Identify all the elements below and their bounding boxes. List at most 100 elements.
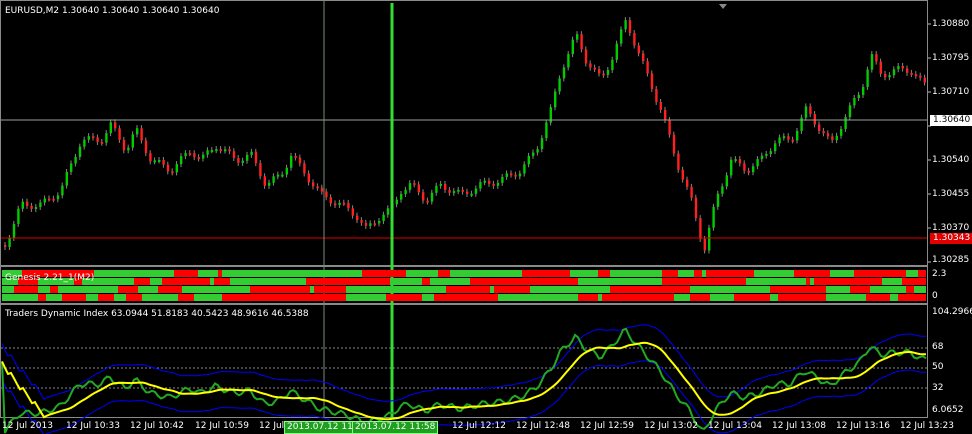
candle-body — [659, 101, 662, 110]
candle-body — [862, 86, 865, 95]
time-label: 12 Jul 12:48 — [516, 421, 570, 431]
candle-body — [400, 193, 403, 200]
genesis-block — [326, 294, 346, 301]
genesis-block — [866, 278, 874, 285]
candle-body — [180, 156, 183, 165]
genesis-block — [134, 294, 142, 301]
price-level-label: 1.30285 — [932, 255, 970, 265]
candle-body — [765, 153, 768, 156]
candle-body — [743, 163, 746, 171]
genesis-block — [882, 278, 902, 285]
genesis-block — [662, 278, 670, 285]
tdi-signal-line — [1, 341, 927, 421]
chart-canvas[interactable] — [0, 0, 972, 434]
genesis-block — [38, 286, 50, 293]
candle-body — [158, 160, 161, 163]
candle-body — [752, 166, 755, 173]
genesis-block — [394, 294, 410, 301]
genesis-block — [278, 286, 298, 293]
candle-body — [919, 75, 922, 78]
candle-body — [646, 61, 649, 74]
candle-body — [153, 160, 156, 163]
candle-body — [175, 164, 178, 173]
candle-body — [488, 180, 491, 184]
candle-body — [8, 237, 11, 247]
genesis-block — [178, 294, 194, 301]
candle-body — [39, 202, 42, 208]
genesis-block — [78, 286, 90, 293]
candle-body — [571, 39, 574, 55]
genesis-block — [530, 286, 546, 293]
genesis-block — [886, 294, 890, 301]
genesis-block — [438, 270, 450, 277]
genesis-block — [282, 278, 290, 285]
candle-body — [250, 151, 253, 155]
genesis-block — [390, 286, 406, 293]
genesis-block — [86, 294, 98, 301]
candle-body — [496, 182, 500, 186]
candle-body — [866, 69, 869, 87]
candle-body — [241, 160, 244, 163]
genesis-block — [534, 278, 554, 285]
genesis-block — [434, 294, 450, 301]
candle-body — [404, 189, 407, 194]
genesis-block — [258, 278, 282, 285]
genesis-block — [298, 286, 306, 293]
genesis-block — [634, 286, 654, 293]
candle-body — [43, 198, 46, 203]
candle-body — [897, 66, 900, 70]
candle-body — [105, 133, 108, 143]
candle-body — [857, 94, 860, 99]
genesis-block — [242, 286, 250, 293]
candle-body — [809, 106, 812, 115]
candle-body — [655, 88, 658, 102]
genesis-block — [222, 286, 234, 293]
candle-body — [364, 222, 368, 226]
genesis-block — [126, 294, 134, 301]
genesis-block — [802, 294, 806, 301]
genesis-block — [842, 270, 854, 277]
genesis-block — [170, 294, 174, 301]
candle-body — [492, 183, 495, 186]
price-level-label: 1.30880 — [932, 19, 970, 29]
genesis-block — [838, 294, 846, 301]
genesis-block — [626, 294, 634, 301]
genesis-block — [578, 278, 590, 285]
genesis-block — [362, 270, 386, 277]
genesis-block — [118, 286, 138, 293]
genesis-block — [46, 294, 62, 301]
red-line-price-tag: 1.30343 — [930, 233, 972, 244]
genesis-block — [862, 278, 866, 285]
genesis-block — [446, 278, 458, 285]
genesis-block — [242, 270, 266, 277]
genesis-block — [94, 270, 114, 277]
candle-body — [668, 120, 671, 135]
candle-body — [342, 202, 346, 205]
candle-body — [554, 91, 557, 108]
genesis-block — [714, 294, 734, 301]
genesis-block — [406, 278, 422, 285]
candle-body — [725, 175, 728, 187]
genesis-block — [362, 278, 382, 285]
genesis-block — [122, 278, 134, 285]
genesis-block — [918, 270, 926, 277]
genesis-block — [306, 278, 322, 285]
candle-body — [285, 167, 288, 175]
genesis-block — [162, 278, 170, 285]
genesis-block — [446, 286, 462, 293]
time-label: 12 Jul 12:12 — [452, 421, 506, 431]
candle-body — [523, 164, 526, 174]
genesis-block — [554, 294, 578, 301]
candle-body — [769, 151, 772, 154]
genesis-block — [494, 286, 506, 293]
candle-body — [52, 198, 55, 201]
candle-body — [479, 182, 482, 189]
genesis-block — [634, 278, 638, 285]
candle-body — [281, 174, 284, 177]
genesis-block — [586, 286, 610, 293]
genesis-block — [546, 286, 558, 293]
candle-body — [712, 206, 715, 228]
candle-body — [312, 182, 315, 187]
candle-body — [149, 153, 152, 162]
genesis-block — [898, 294, 910, 301]
